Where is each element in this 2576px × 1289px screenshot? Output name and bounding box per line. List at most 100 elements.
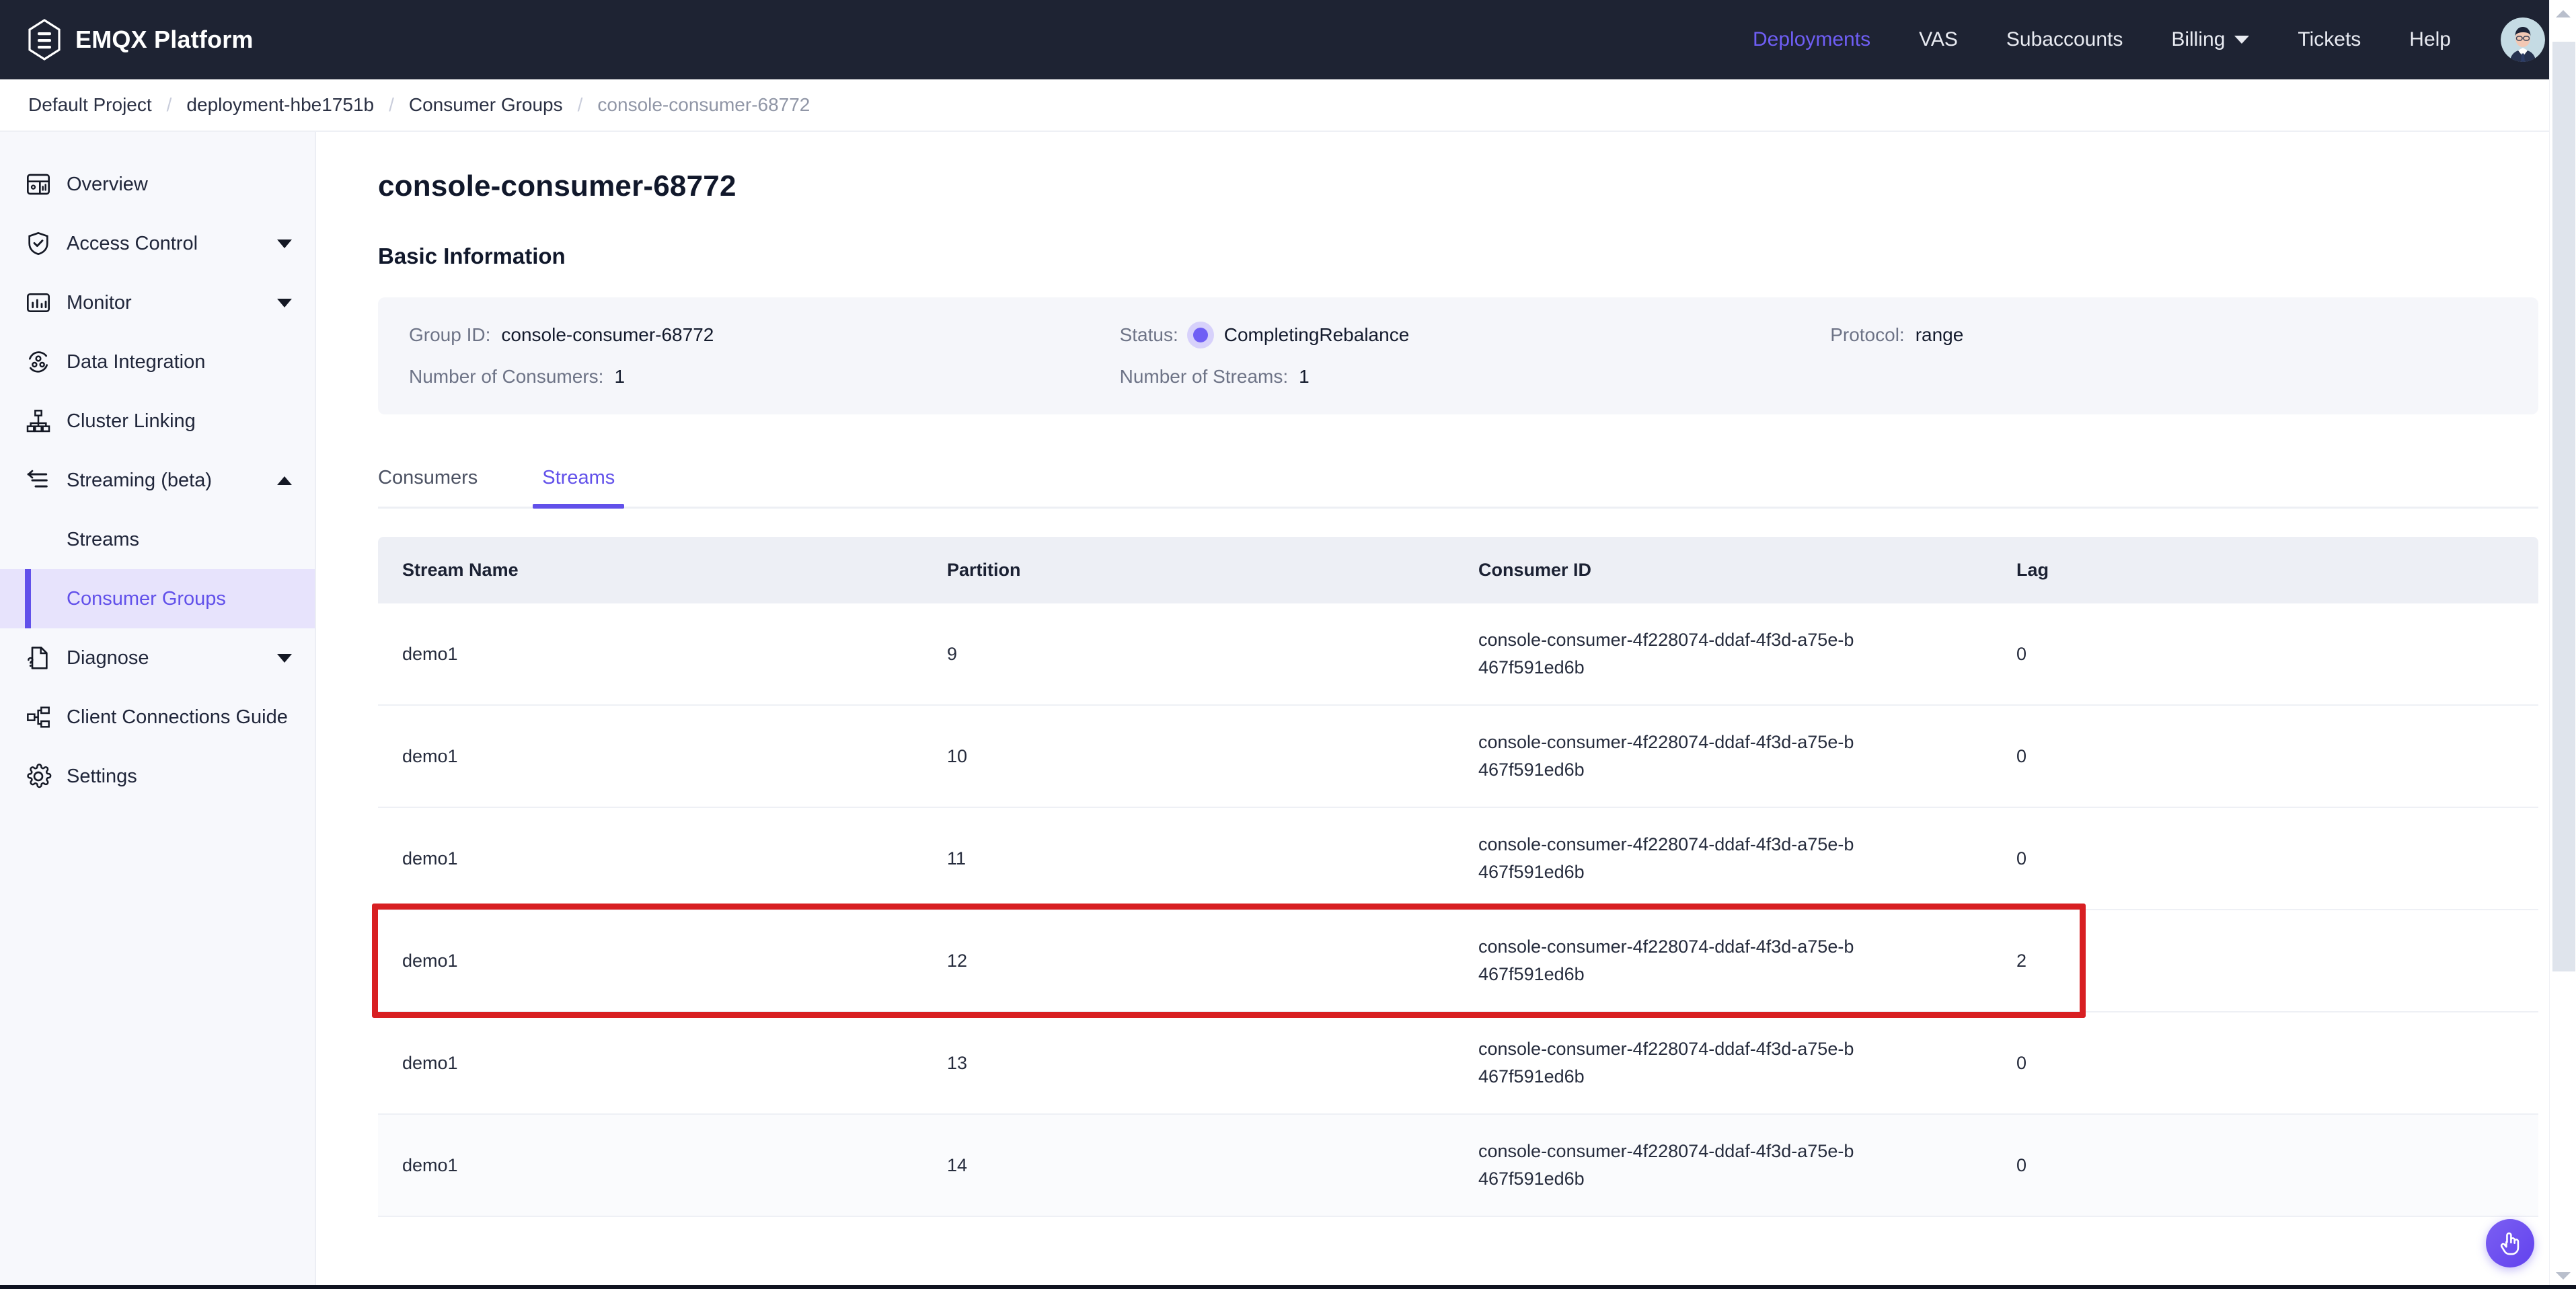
topnav-tickets-label: Tickets — [2298, 28, 2361, 50]
brand[interactable]: EMQX Platform — [27, 19, 254, 61]
sidebar-item-client-connections-guide[interactable]: Client Connections Guide — [0, 688, 315, 747]
chevron-up-icon — [277, 476, 292, 485]
streams-table-body: demo1 9 console-consumer-4f228074-ddaf-4… — [378, 603, 2538, 1218]
tab-consumers[interactable]: Consumers — [378, 467, 478, 507]
streams-table-head: Stream Name Partition Consumer ID Lag — [378, 537, 2538, 603]
sidebar-item-data-integration-label: Data Integration — [67, 351, 206, 373]
column-header-stream-name[interactable]: Stream Name — [378, 537, 923, 603]
cell-lag: 0 — [1992, 603, 2538, 706]
consumers-value: 1 — [614, 366, 626, 387]
connections-icon — [27, 706, 50, 728]
cell-consumer-id: console-consumer-4f228074-ddaf-4f3d-a75e… — [1454, 807, 1992, 911]
infocard-spacer — [1830, 366, 2501, 388]
chevron-down-icon — [2234, 36, 2250, 44]
gear-icon — [27, 764, 52, 788]
cell-lag: 0 — [1992, 705, 2538, 809]
bar-chart-icon — [26, 293, 50, 312]
field-group-id: Group ID: console-consumer-68772 — [409, 324, 1120, 346]
cell-lag: 0 — [1992, 807, 2538, 911]
status-label: Status: — [1119, 324, 1178, 345]
table-row[interactable]: demo1 9 console-consumer-4f228074-ddaf-4… — [378, 603, 2538, 706]
main-inner: console-consumer-68772 Basic Information… — [316, 170, 2576, 1218]
table-row-highlighted[interactable]: demo1 12 console-consumer-4f228074-ddaf-… — [378, 910, 2538, 1013]
topnav-subaccounts[interactable]: Subaccounts — [1982, 28, 2147, 51]
breadcrumb-separator: / — [166, 94, 172, 115]
chevron-down-icon — [277, 239, 292, 248]
cell-consumer-id: console-consumer-4f228074-ddaf-4f3d-a75e… — [1454, 910, 1992, 1013]
app-root: EMQX Platform Deployments VAS Subaccount… — [0, 0, 2576, 1289]
page-body: Overview Access Control Monitor Data Int… — [0, 132, 2576, 1289]
topnav-tickets[interactable]: Tickets — [2273, 28, 2385, 51]
breadcrumb-item-consumer-groups[interactable]: Consumer Groups — [409, 94, 563, 116]
field-number-of-consumers: Number of Consumers: 1 — [409, 366, 1120, 388]
cell-stream-name: demo1 — [378, 705, 923, 809]
sidebar-item-consumer-groups-label: Consumer Groups — [67, 587, 226, 610]
basic-information-card: Group ID: console-consumer-68772 Status:… — [378, 297, 2538, 414]
cell-partition: 10 — [923, 705, 1454, 809]
sidebar-item-access-control[interactable]: Access Control — [0, 214, 315, 273]
topnav-help[interactable]: Help — [2385, 28, 2475, 51]
column-header-partition[interactable]: Partition — [923, 537, 1454, 603]
sidebar-item-data-integration[interactable]: Data Integration — [0, 332, 315, 392]
cell-partition: 13 — [923, 1012, 1454, 1115]
detail-tabs: Consumers Streams — [378, 467, 2538, 509]
topnav-billing[interactable]: Billing — [2147, 28, 2273, 51]
table-row[interactable]: demo1 11 console-consumer-4f228074-ddaf-… — [378, 807, 2538, 911]
cell-lag: 0 — [1992, 1114, 2538, 1218]
page-scrollbar[interactable] — [2549, 0, 2576, 1289]
top-nav-links: Deployments VAS Subaccounts Billing Tick… — [1729, 17, 2545, 62]
bottom-edge-rule — [0, 1285, 2576, 1289]
sidebar-item-monitor[interactable]: Monitor — [0, 273, 315, 332]
breadcrumb-item-default-project[interactable]: Default Project — [28, 94, 152, 116]
cell-partition: 9 — [923, 603, 1454, 706]
breadcrumb-item-current: console-consumer-68772 — [597, 94, 810, 115]
topnav-subaccounts-label: Subaccounts — [2006, 28, 2123, 50]
sidebar-item-settings-label: Settings — [67, 765, 137, 787]
scrollbar-up-button[interactable] — [2550, 0, 2576, 27]
file-question-icon — [28, 647, 48, 669]
page-title: console-consumer-68772 — [378, 170, 736, 202]
topnav-vas-label: VAS — [1919, 28, 1958, 50]
streams-table-wrapper: Stream Name Partition Consumer ID Lag de… — [372, 537, 2538, 1218]
cell-stream-name: demo1 — [378, 910, 923, 1013]
sidebar-item-cluster-linking-label: Cluster Linking — [67, 410, 196, 432]
stream-lines-icon — [27, 470, 48, 488]
cell-lag: 0 — [1992, 1012, 2538, 1115]
topnav-deployments[interactable]: Deployments — [1729, 28, 1895, 51]
sidebar-item-client-connections-guide-label: Client Connections Guide — [67, 706, 288, 728]
tab-streams[interactable]: Streams — [533, 467, 625, 509]
consumers-label: Number of Consumers: — [409, 366, 604, 387]
sidebar-item-overview[interactable]: Overview — [0, 155, 315, 214]
sidebar-item-streaming[interactable]: Streaming (beta) — [0, 451, 315, 510]
topnav-billing-label: Billing — [2171, 28, 2226, 50]
sidebar-item-streams[interactable]: Streams — [0, 510, 315, 569]
cell-partition: 11 — [923, 807, 1454, 911]
table-row[interactable]: demo1 14 console-consumer-4f228074-ddaf-… — [378, 1114, 2538, 1218]
column-header-lag[interactable]: Lag — [1992, 537, 2538, 603]
user-avatar-icon — [2501, 17, 2545, 62]
dashboard-icon — [26, 174, 50, 195]
cell-stream-name: demo1 — [378, 1114, 923, 1218]
sidebar-item-settings[interactable]: Settings — [0, 747, 315, 806]
breadcrumb-separator: / — [389, 94, 394, 115]
topnav-vas[interactable]: VAS — [1895, 28, 1982, 51]
table-header-row: Stream Name Partition Consumer ID Lag — [378, 537, 2538, 603]
sidebar-item-cluster-linking[interactable]: Cluster Linking — [0, 392, 315, 451]
group-id-value: console-consumer-68772 — [501, 324, 714, 345]
sidebar-item-consumer-groups[interactable]: Consumer Groups — [0, 569, 315, 628]
scrollbar-thumb[interactable] — [2552, 42, 2575, 971]
cursor-assistant-button[interactable] — [2486, 1219, 2534, 1267]
tab-consumers-label: Consumers — [378, 467, 478, 488]
field-protocol: Protocol: range — [1830, 324, 2501, 346]
table-row[interactable]: demo1 10 console-consumer-4f228074-ddaf-… — [378, 705, 2538, 809]
chevron-down-icon — [277, 653, 292, 663]
avatar[interactable] — [2501, 17, 2545, 62]
breadcrumb-item-deployment[interactable]: deployment-hbe1751b — [186, 94, 374, 116]
table-row[interactable]: demo1 13 console-consumer-4f228074-ddaf-… — [378, 1012, 2538, 1115]
cell-consumer-id: console-consumer-4f228074-ddaf-4f3d-a75e… — [1454, 603, 1992, 706]
field-number-of-streams: Number of Streams: 1 — [1120, 366, 1831, 388]
cell-stream-name: demo1 — [378, 603, 923, 706]
sidebar-item-diagnose[interactable]: Diagnose — [0, 628, 315, 688]
basic-information-heading: Basic Information — [378, 244, 566, 268]
column-header-consumer-id[interactable]: Consumer ID — [1454, 537, 1992, 603]
